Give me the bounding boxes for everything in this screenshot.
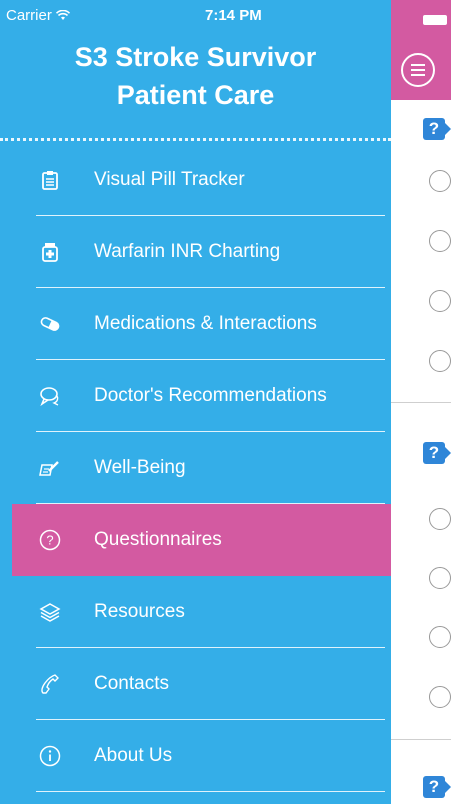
battery-icon [423, 15, 447, 25]
question-badge-icon: ? [423, 776, 445, 798]
content-peek-panel[interactable]: ? ? ? [391, 0, 451, 804]
menu-item-questionnaires[interactable]: ? Questionnaires [12, 504, 391, 576]
dotted-divider [0, 138, 391, 141]
phone-icon [36, 670, 64, 698]
menu-list: Visual Pill Tracker Warfarin INR Chartin… [0, 144, 391, 792]
divider [391, 402, 451, 403]
menu-label: Doctor's Recommendations [94, 385, 327, 406]
radio-option[interactable] [429, 686, 451, 708]
side-menu: Carrier 7:14 PM S3 Stroke Survivor Patie… [0, 0, 391, 804]
divider [391, 739, 451, 740]
menu-item-well-being[interactable]: Well-Being [0, 432, 391, 504]
status-bar: Carrier 7:14 PM [0, 0, 391, 34]
radio-option[interactable] [429, 290, 451, 312]
peek-header [391, 0, 451, 100]
clipboard-icon [36, 166, 64, 194]
layers-icon [36, 598, 64, 626]
menu-item-medications-interactions[interactable]: Medications & Interactions [0, 288, 391, 360]
menu-label: Visual Pill Tracker [94, 169, 245, 190]
info-circle-icon [36, 742, 64, 770]
radio-option[interactable] [429, 626, 451, 648]
question-circle-icon: ? [36, 526, 64, 554]
app-title: S3 Stroke Survivor Patient Care [74, 42, 317, 110]
menu-item-visual-pill-tracker[interactable]: Visual Pill Tracker [0, 144, 391, 216]
notepad-pencil-icon [36, 454, 64, 482]
menu-item-warfarin-inr-charting[interactable]: Warfarin INR Charting [0, 216, 391, 288]
menu-label: Resources [94, 601, 185, 622]
question-badge-icon: ? [423, 118, 445, 140]
pill-bottle-icon [36, 238, 64, 266]
menu-label: Medications & Interactions [94, 313, 317, 334]
menu-label: Well-Being [94, 457, 186, 478]
menu-toggle-icon[interactable] [401, 53, 435, 87]
menu-item-doctors-recommendations[interactable]: Doctor's Recommendations [0, 360, 391, 432]
radio-option[interactable] [429, 230, 451, 252]
radio-option[interactable] [429, 567, 451, 589]
radio-option[interactable] [429, 350, 451, 372]
chat-bubbles-icon [36, 382, 64, 410]
radio-option[interactable] [429, 508, 451, 530]
radio-option[interactable] [429, 170, 451, 192]
menu-item-about-us[interactable]: About Us [0, 720, 391, 792]
menu-label: About Us [94, 745, 173, 766]
svg-text:?: ? [46, 533, 53, 548]
capsule-icon [36, 310, 64, 338]
menu-label: Contacts [94, 673, 169, 694]
carrier-label: Carrier [6, 7, 52, 24]
menu-item-contacts[interactable]: Contacts [0, 648, 391, 720]
menu-label: Warfarin INR Charting [94, 241, 281, 262]
menu-item-resources[interactable]: Resources [0, 576, 391, 648]
status-time: 7:14 PM [205, 7, 262, 24]
wifi-icon [55, 10, 70, 20]
question-badge-icon: ? [423, 442, 445, 464]
menu-label: Questionnaires [94, 529, 222, 550]
